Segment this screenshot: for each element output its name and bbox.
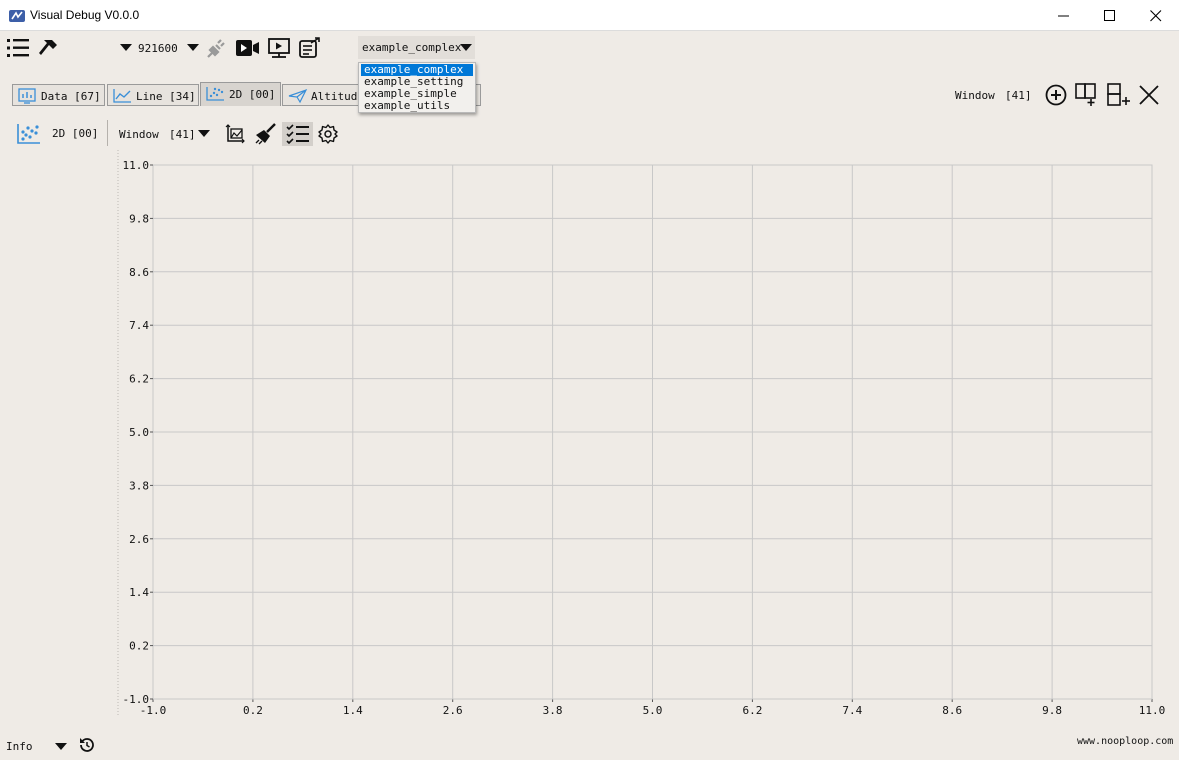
title-bar: Visual Debug V0.0.0 [0,0,1179,31]
line-chart-icon [113,89,131,103]
log-level-value[interactable]: Info [6,740,33,753]
y-tick-label: 7.4 [129,319,149,332]
tab-2d[interactable]: 2D [00] [200,82,281,106]
y-tick-label: 1.4 [129,586,149,599]
x-tick-label: 2.6 [443,704,463,717]
y-tick-label: 6.2 [129,373,149,386]
tab-bar-window-label: Window [955,89,995,102]
scatter-plot-icon [17,124,40,144]
close-icon [1150,10,1162,22]
data-icon [18,88,36,104]
plug-icon[interactable] [205,38,227,58]
minimize-button[interactable] [1041,0,1087,31]
tab-data-label: Data [67] [41,90,101,103]
history-icon[interactable] [79,737,95,753]
plane-icon [288,88,308,104]
close-window-button[interactable] [1133,0,1179,31]
y-tick-label: 2.6 [129,533,149,546]
website-label[interactable]: www.nooploop.com [1077,736,1173,747]
checklist-icon [286,124,309,144]
y-tick-label: 5.0 [129,426,149,439]
x-tick-label: 7.4 [842,704,862,717]
script-export-icon[interactable] [299,37,321,58]
maximize-button[interactable] [1087,0,1133,31]
add-row-icon[interactable] [1107,83,1131,107]
scatter-chart[interactable]: -1.0 0.2 1.4 2.6 3.8 5.0 6.2 7.4 8.6 9.8 11.0-1.00… [0,150,1179,725]
chevron-down-icon [460,44,472,51]
checklist-button[interactable] [282,122,313,146]
y-tick-label: 11.0 [123,159,150,172]
port-dropdown-arrow[interactable] [120,44,132,51]
x-tick-label: 1.4 [343,704,363,717]
window-title: Visual Debug V0.0.0 [30,8,140,22]
plot-area[interactable]: -1.0 0.2 1.4 2.6 3.8 5.0 6.2 7.4 8.6 9.8 11.0 -1.0 0… [0,150,1179,725]
gear-icon[interactable] [318,124,338,144]
app-logo-icon [9,10,25,22]
minimize-icon [1058,15,1069,17]
tab-line[interactable]: Line [34] [107,84,199,106]
video-camera-icon[interactable] [236,38,260,58]
window-dropdown-arrow[interactable] [198,130,210,137]
x-tick-label: 0.2 [243,704,263,717]
script-option-utils[interactable]: example_utils [361,100,473,112]
chart-area-icon[interactable] [225,124,245,144]
scatter-icon [206,87,224,101]
screen-play-icon[interactable] [268,38,290,58]
x-tick-label: 6.2 [742,704,762,717]
log-level-dropdown-arrow[interactable] [55,743,67,750]
chart-title-label: 2D [00] [52,127,99,140]
script-combo-value: example_complex [362,41,462,54]
y-tick-label: 0.2 [129,640,149,653]
tab-bar-window-value: [41] [1005,89,1032,102]
add-circle-icon[interactable] [1045,84,1067,106]
x-tick-label: 3.8 [543,704,563,717]
tab-data[interactable]: Data [67] [12,84,105,106]
toolbar-divider [107,120,108,146]
tab-line-label: Line [34] [136,90,196,103]
y-tick-label: 9.8 [129,212,149,225]
y-tick-label: -1.0 [123,693,150,706]
chart-window-label: Window [119,128,159,141]
close-tab-icon[interactable] [1139,85,1159,105]
x-tick-label: 9.8 [1042,704,1062,717]
add-column-icon[interactable] [1075,83,1099,107]
hammer-icon[interactable] [38,38,60,58]
x-tick-label: 5.0 [643,704,663,717]
script-combo[interactable]: example_complex [358,36,475,59]
broom-clear-icon[interactable] [255,123,277,145]
tab-2d-label: 2D [00] [229,88,276,101]
y-tick-label: 8.6 [129,266,149,279]
maximize-icon [1104,10,1115,21]
menu-list-icon[interactable] [7,38,29,58]
x-tick-label: 11.0 [1139,704,1166,717]
y-tick-label: 3.8 [129,479,149,492]
chart-window-value[interactable]: [41] [169,128,196,141]
x-tick-label: 8.6 [942,704,962,717]
script-dropdown-list: example_complex example_setting example_… [358,62,476,113]
baud-rate-dropdown-arrow[interactable] [187,44,199,51]
baud-rate-value[interactable]: 921600 [138,42,178,55]
tab-altitude-label: Altitude [311,90,364,103]
